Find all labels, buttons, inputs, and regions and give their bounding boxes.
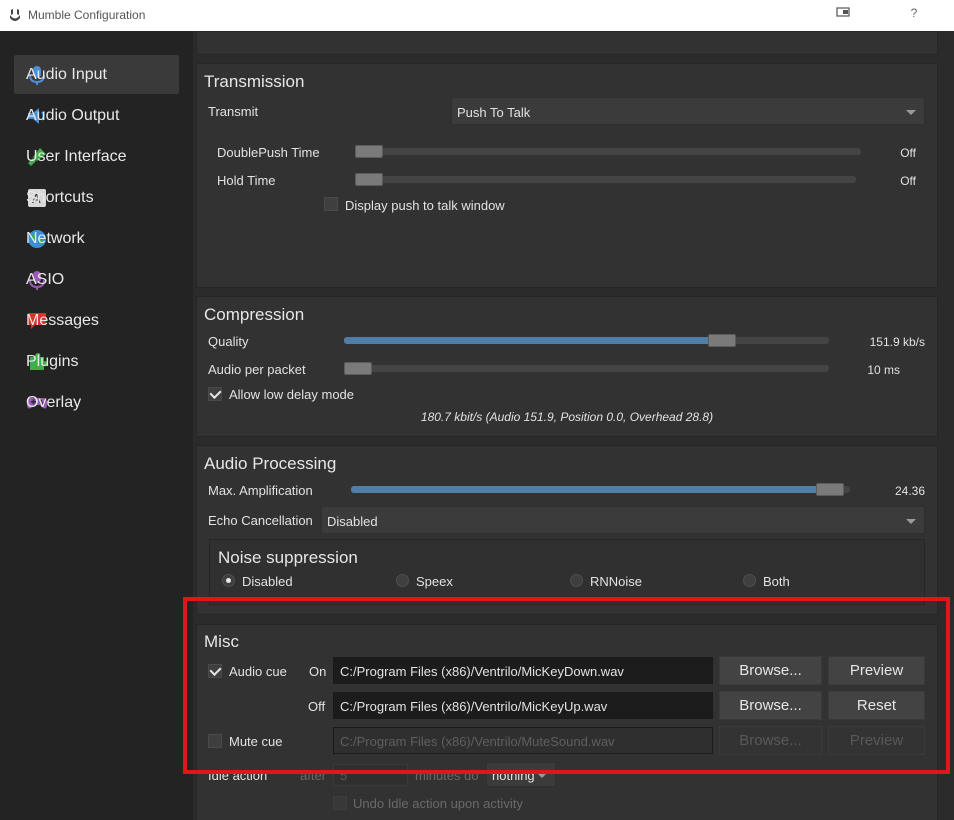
noise-radio-speex[interactable] [396, 574, 409, 587]
ptt-window-checkbox[interactable] [324, 197, 338, 211]
undo-idle-label: Undo Idle action upon activity [353, 796, 523, 811]
sidebar-item-asio[interactable]: ASIO [14, 260, 179, 299]
audio-per-packet-value: 10 ms [867, 363, 900, 377]
doublepush-label: DoublePush Time [217, 145, 320, 160]
window-title: Mumble Configuration [28, 8, 146, 22]
audio-processing-title: Audio Processing [204, 454, 337, 473]
echo-cancellation-label: Echo Cancellation [208, 513, 313, 528]
sidebar-item-plugins[interactable]: Plugins [14, 342, 179, 381]
max-amplification-slider-handle[interactable] [816, 483, 844, 496]
audio-per-packet-slider-handle[interactable] [344, 362, 372, 375]
quality-slider-fill [344, 337, 722, 344]
echo-cancellation-select[interactable]: Disabled [321, 506, 925, 534]
noise-option-rnnoise: RNNoise [590, 574, 643, 589]
noise-option-disabled: Disabled [242, 574, 293, 589]
chevron-down-icon [906, 110, 916, 115]
quality-slider-handle[interactable] [708, 334, 736, 347]
low-delay-label: Allow low delay mode [229, 387, 355, 402]
low-delay-checkbox[interactable] [208, 387, 222, 401]
noise-option-speex: Speex [416, 574, 453, 589]
max-amplification-value: 24.36 [894, 484, 925, 498]
doublepush-value: Off [900, 146, 916, 160]
max-amplification-label: Max. Amplification [208, 483, 313, 498]
max-amplification-slider-fill [351, 486, 830, 493]
audio-per-packet-slider[interactable] [344, 365, 829, 372]
context-help-icon[interactable] [834, 6, 854, 24]
bitrate-summary: 180.7 kbit/s (Audio 151.9, Position 0.0,… [420, 410, 714, 424]
sidebar-item-user-interface[interactable]: User Interface [14, 137, 179, 176]
noise-radio-both[interactable] [743, 574, 756, 587]
hold-time-slider[interactable] [355, 176, 856, 183]
hold-time-label: Hold Time [217, 173, 276, 188]
noise-radio-disabled[interactable] [222, 574, 235, 587]
sidebar-item-network[interactable]: Network [14, 219, 179, 258]
noise-radio-rnnoise[interactable] [570, 574, 583, 587]
previous-group-remnant [196, 31, 938, 55]
transmission-title: Transmission [204, 72, 305, 91]
doublepush-slider[interactable] [355, 148, 861, 155]
sidebar-item-shortcuts[interactable]: A Shortcuts [14, 178, 179, 217]
sidebar-item-overlay[interactable]: Overlay [14, 383, 179, 422]
quality-label: Quality [208, 334, 249, 349]
mumble-logo-icon [10, 9, 20, 21]
title-bar: Mumble Configuration ? [0, 0, 954, 31]
sidebar-item-audio-output[interactable]: Audio Output [14, 96, 179, 135]
hold-time-value: Off [900, 174, 916, 188]
transmit-select[interactable]: Push To Talk [451, 97, 925, 125]
doublepush-slider-handle[interactable] [355, 145, 383, 158]
noise-option-both: Both [763, 574, 790, 589]
sidebar: Audio Input Audio Output User Interface … [0, 31, 193, 820]
quality-slider[interactable] [344, 337, 829, 344]
noise-suppression-title: Noise suppression [218, 548, 358, 567]
undo-idle-checkbox[interactable] [333, 796, 347, 810]
help-button[interactable]: ? [904, 6, 924, 24]
sidebar-item-audio-input[interactable]: Audio Input [14, 55, 179, 94]
highlight-box [183, 597, 950, 774]
quality-value: 151.9 kb/s [869, 335, 925, 349]
ptt-window-label: Display push to talk window [345, 198, 505, 213]
chevron-down-icon [906, 519, 916, 524]
audio-per-packet-label: Audio per packet [208, 362, 306, 377]
max-amplification-slider[interactable] [351, 486, 850, 493]
transmit-label: Transmit [208, 104, 259, 119]
compression-title: Compression [204, 305, 305, 324]
sidebar-item-messages[interactable]: Messages [14, 301, 179, 340]
hold-time-slider-handle[interactable] [355, 173, 383, 186]
